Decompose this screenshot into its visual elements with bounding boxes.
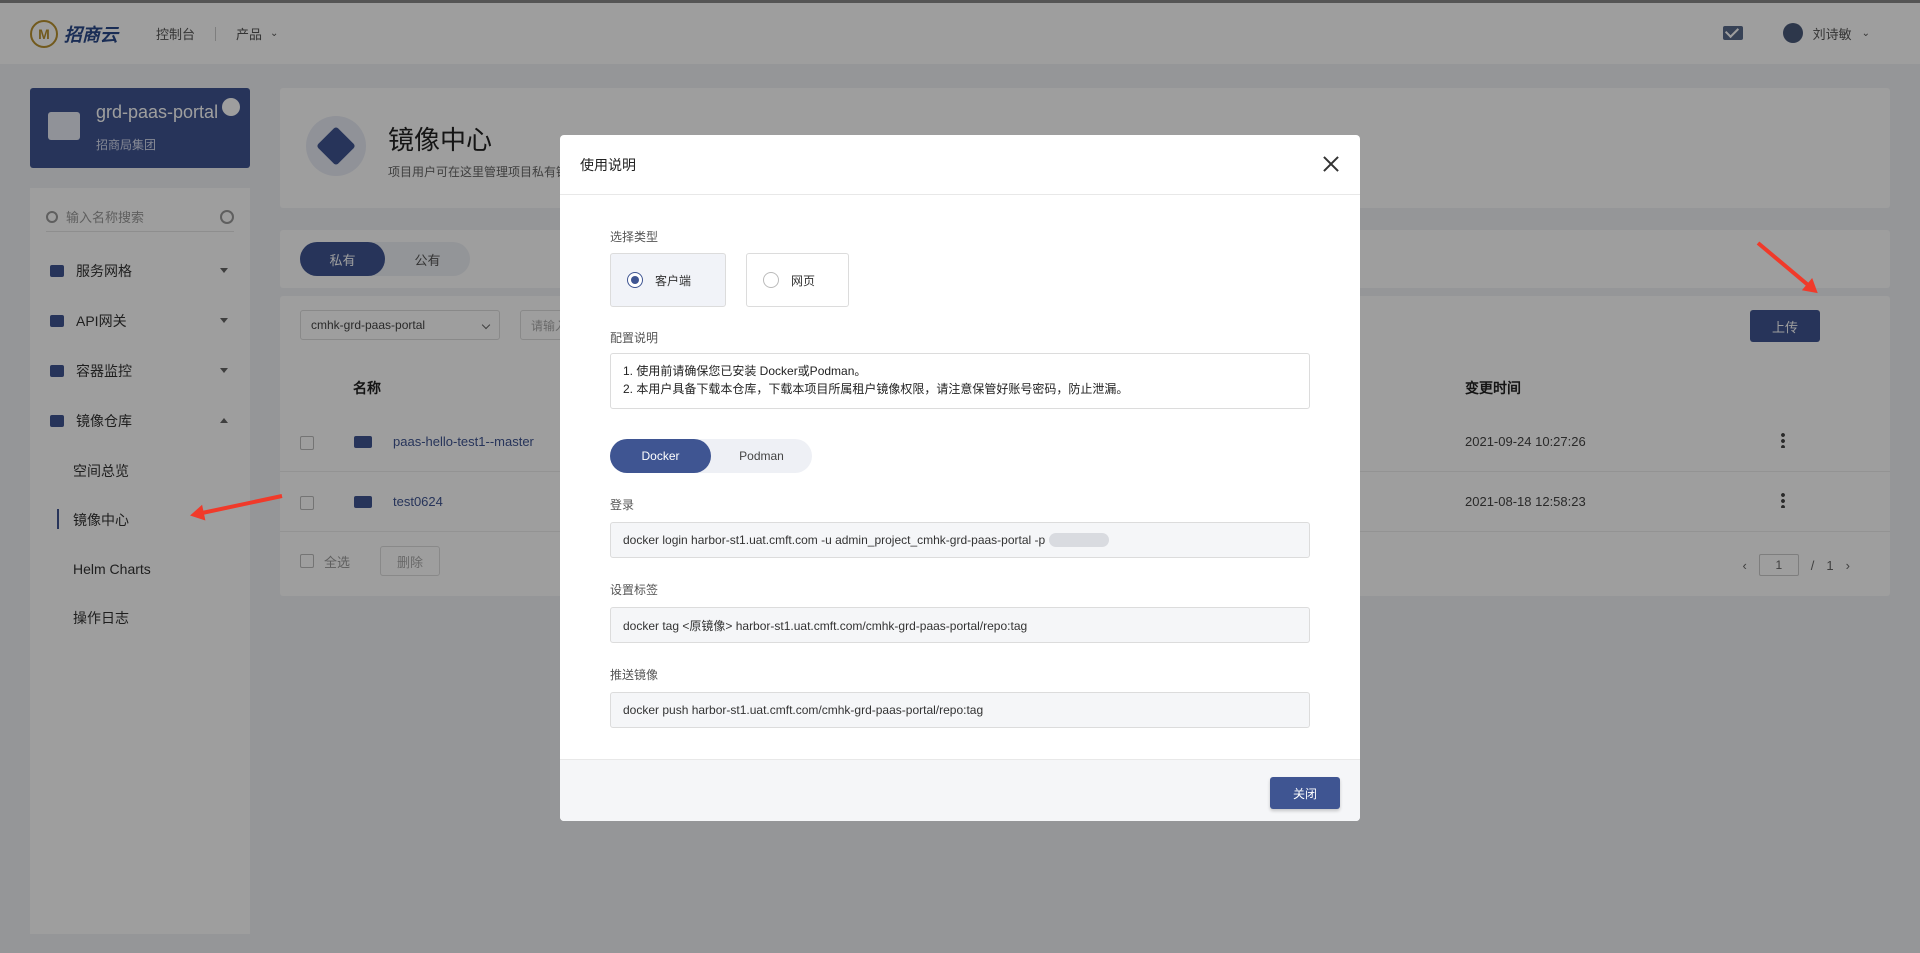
dialog-title: 使用说明 xyxy=(580,156,636,173)
login-label: 登录 xyxy=(610,498,635,512)
dialog-footer: 关闭 xyxy=(560,759,1360,821)
login-command-text: docker login harbor-st1.uat.cmft.com -u … xyxy=(623,533,1046,547)
dialog-header: 使用说明 xyxy=(560,135,1360,195)
radio-unchecked-icon xyxy=(763,272,779,288)
push-label: 推送镜像 xyxy=(610,668,659,682)
tag-label: 设置标签 xyxy=(610,583,659,597)
config-label: 配置说明 xyxy=(610,331,659,345)
tab-docker[interactable]: Docker xyxy=(610,439,711,473)
config-line-1: 1. 使用前请确保您已安装 Docker或Podman。 xyxy=(623,364,867,378)
engine-toggle: Docker Podman xyxy=(610,439,812,473)
close-button[interactable]: 关闭 xyxy=(1270,777,1340,809)
usage-instructions-dialog: 使用说明 选择类型 客户端 网页 配置说明 1. 使用前请确保您已安装 Dock… xyxy=(560,135,1360,821)
push-command[interactable]: docker push harbor-st1.uat.cmft.com/cmhk… xyxy=(610,692,1310,728)
radio-web-label: 网页 xyxy=(791,273,816,288)
login-command[interactable]: docker login harbor-st1.uat.cmft.com -u … xyxy=(610,522,1310,558)
type-label: 选择类型 xyxy=(610,230,659,244)
masked-password xyxy=(1049,533,1110,547)
radio-web[interactable]: 网页 xyxy=(746,253,849,307)
radio-client-label: 客户端 xyxy=(655,273,692,288)
radio-client[interactable]: 客户端 xyxy=(610,253,726,307)
radio-checked-icon xyxy=(627,272,643,288)
config-description: 1. 使用前请确保您已安装 Docker或Podman。 2. 本用户具备下载本… xyxy=(610,353,1310,409)
tab-podman[interactable]: Podman xyxy=(711,439,812,473)
config-line-2: 2. 本用户具备下载本仓库，下载本项目所属租户镜像权限，请注意保管好账号密码，防… xyxy=(623,382,1129,396)
tag-command[interactable]: docker tag <原镜像> harbor-st1.uat.cmft.com… xyxy=(610,607,1310,643)
close-icon[interactable] xyxy=(1322,155,1340,173)
